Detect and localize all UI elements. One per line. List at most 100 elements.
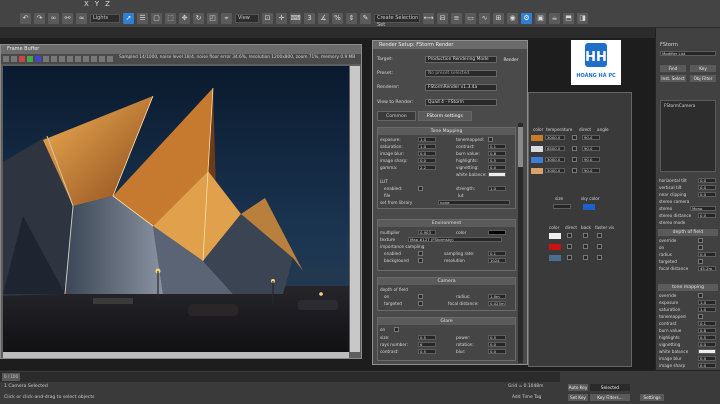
temp-field[interactable]: 3000.0: [545, 168, 565, 173]
cmd-tm-tonemapped-check[interactable]: [698, 314, 703, 319]
extra-icon[interactable]: ◨: [577, 12, 588, 24]
emit-swatch-white[interactable]: [549, 233, 561, 239]
saturation-field[interactable]: 1.0: [418, 144, 436, 149]
cmd-dof-targeted-check[interactable]: [698, 259, 703, 264]
temp-field[interactable]: 3000.0: [545, 135, 565, 140]
camera-header[interactable]: Camera: [378, 278, 515, 285]
key-button[interactable]: Key: [690, 65, 716, 72]
targeted-checkbox[interactable]: [418, 301, 423, 306]
set-key-button[interactable]: Set Key: [568, 394, 588, 401]
menu-item-z[interactable]: Z: [105, 0, 110, 9]
history-icon[interactable]: [99, 56, 105, 62]
cmd-tm-image-blur-field[interactable]: 0.0: [698, 356, 716, 361]
bind-icon[interactable]: ≈: [76, 12, 87, 24]
environment-header[interactable]: Environment: [378, 220, 515, 227]
image-sharp-field[interactable]: 0.0: [418, 158, 436, 163]
modifier-stack[interactable]: FStormCamera: [660, 100, 716, 172]
faster-check[interactable]: [597, 233, 602, 238]
glare-on-checkbox[interactable]: [394, 327, 399, 332]
keyboard-shortcut-icon[interactable]: ⌨: [290, 12, 301, 24]
place-icon[interactable]: ⌖: [221, 12, 232, 24]
render-production-icon[interactable]: ⬒: [563, 12, 574, 24]
key-filters-button[interactable]: Key Filters...: [590, 394, 630, 401]
region-render-icon[interactable]: [91, 56, 97, 62]
temp-field[interactable]: 6500.0: [545, 146, 565, 151]
highlights-field[interactable]: 0.5: [488, 158, 506, 163]
direct-check[interactable]: [567, 244, 572, 249]
burn-field[interactable]: 0.8: [488, 151, 506, 156]
menu-item-y[interactable]: Y: [95, 0, 99, 9]
lut-file-value[interactable]: lut: [458, 193, 463, 198]
frame-slider[interactable]: 0 / 100: [2, 373, 20, 381]
lut-enabled-checkbox[interactable]: [418, 186, 423, 191]
selected-dropdown[interactable]: Selected: [590, 384, 630, 391]
clone-icon[interactable]: [11, 56, 17, 62]
spinner-snap-icon[interactable]: ⇕: [346, 12, 357, 24]
cmd-tm-burn-field[interactable]: 0.8: [698, 328, 716, 333]
renderer-dropdown[interactable]: FStormRender v1.3.4a: [425, 84, 497, 91]
h-tilt-field[interactable]: 0.0: [698, 178, 716, 183]
blue-channel-icon[interactable]: [35, 56, 41, 62]
lut-strength-field[interactable]: 1.0: [488, 186, 506, 191]
sampling-rate-field[interactable]: 0.1: [488, 251, 506, 256]
unlink-icon[interactable]: ⚯: [62, 12, 73, 24]
texture-map-button[interactable]: Map #127 (FStormsky): [408, 237, 502, 242]
direct-check[interactable]: [572, 135, 577, 140]
angle-field[interactable]: 90.0: [582, 146, 600, 151]
direct-check[interactable]: [572, 157, 577, 162]
align-icon[interactable]: ⊟: [437, 12, 448, 24]
save-image-icon[interactable]: [3, 56, 9, 62]
stop-icon[interactable]: [75, 56, 81, 62]
stereo-dropdown[interactable]: Mono: [690, 206, 716, 211]
percent-snap-icon[interactable]: %: [332, 12, 343, 24]
cmd-tm-override-check[interactable]: [698, 293, 703, 298]
stereo-distance-field[interactable]: 0.0: [698, 213, 716, 218]
light-color-swatch[interactable]: [531, 146, 543, 152]
light-color-swatch[interactable]: [531, 168, 543, 174]
settings-icon[interactable]: [107, 56, 113, 62]
render-frame-icon[interactable]: ▣: [535, 12, 546, 24]
modifier-list-dropdown[interactable]: Modifier List: [660, 51, 716, 56]
view-dropdown[interactable]: Quad 4 - FStorm: [425, 99, 497, 106]
inst-select-button[interactable]: Inst. Select: [660, 75, 686, 82]
clear-icon[interactable]: [59, 56, 65, 62]
tab-fstorm-settings[interactable]: FStorm settings: [417, 111, 472, 121]
direct-check[interactable]: [572, 146, 577, 151]
target-dropdown[interactable]: Production Rendering Mode: [425, 56, 497, 63]
edit-named-sets-icon[interactable]: ✎: [360, 12, 371, 24]
render-button[interactable]: Render: [501, 56, 521, 63]
select-by-name-icon[interactable]: ☰: [137, 12, 148, 24]
select-manipulate-icon[interactable]: ✛: [276, 12, 287, 24]
background-checkbox[interactable]: [418, 258, 423, 263]
pause-icon[interactable]: [67, 56, 73, 62]
render-icon[interactable]: ☕: [549, 12, 560, 24]
cmd-tm-header[interactable]: tone mapping: [658, 284, 718, 291]
undo-icon[interactable]: ↶: [20, 12, 31, 24]
mono-icon[interactable]: [51, 56, 57, 62]
cmd-tm-exposure-field[interactable]: 1.0: [698, 300, 716, 305]
obj-filter-button[interactable]: Obj Filter: [690, 75, 716, 82]
focal-field[interactable]: 0.025m: [488, 301, 506, 306]
view-dropdown[interactable]: Lights: [90, 13, 120, 23]
glare-blur-field[interactable]: 0.0: [488, 349, 506, 354]
vignetting-field[interactable]: 0.0: [488, 165, 506, 170]
frame-buffer-vscroll[interactable]: [350, 66, 360, 352]
temp-field[interactable]: 3000.0: [545, 157, 565, 162]
emit-swatch-red[interactable]: [549, 244, 561, 250]
direct-check[interactable]: [572, 168, 577, 173]
frame-buffer-hscroll[interactable]: [3, 352, 349, 358]
back-check[interactable]: [583, 255, 588, 260]
cmd-tm-highlights-field[interactable]: 0.5: [698, 335, 716, 340]
tone-mapping-header[interactable]: Tone Mapping: [378, 128, 515, 135]
emit-swatch-blue[interactable]: [549, 255, 561, 261]
faster-check[interactable]: [597, 244, 602, 249]
contrast-field[interactable]: 0.1: [488, 144, 506, 149]
tab-common[interactable]: Common: [377, 111, 416, 121]
ribbon-icon[interactable]: ▭: [465, 12, 476, 24]
cmd-dof-on-check[interactable]: [698, 245, 703, 250]
rotate-icon[interactable]: ↻: [193, 12, 204, 24]
window-crossing-icon[interactable]: ⬚: [165, 12, 176, 24]
cmd-dof-radius-field[interactable]: 0.0: [698, 252, 716, 257]
auto-key-button[interactable]: Auto Key: [568, 384, 588, 391]
cmd-tm-white-balance-swatch[interactable]: [698, 349, 716, 354]
